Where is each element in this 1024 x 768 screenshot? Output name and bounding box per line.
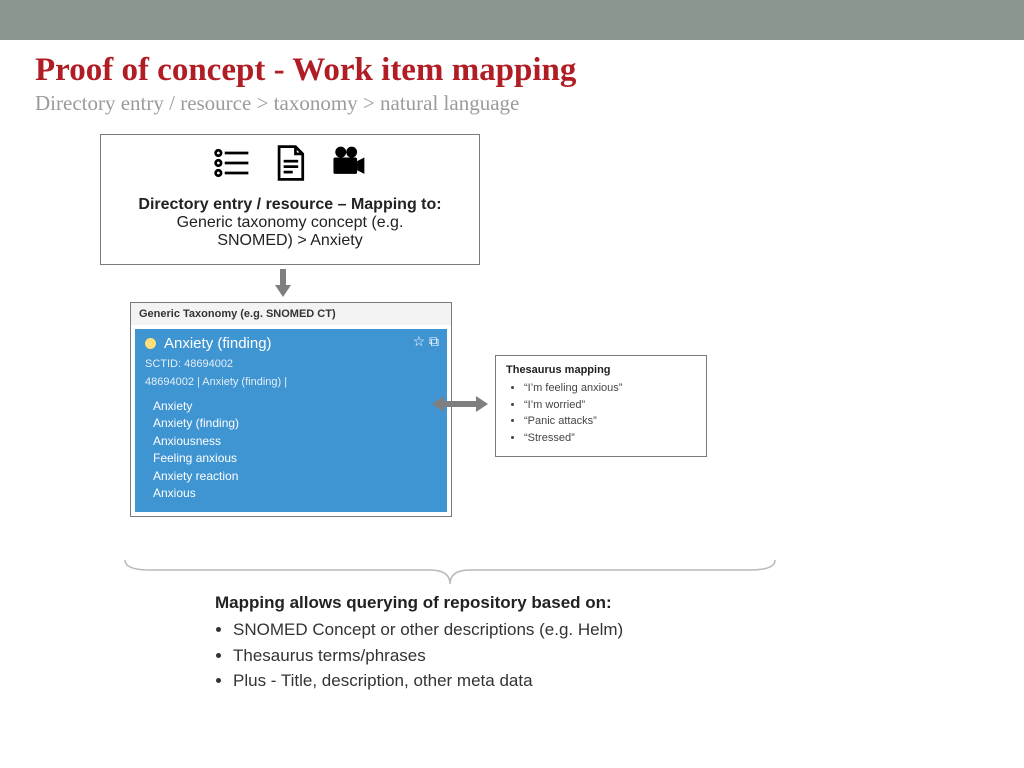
box1-heading: Directory entry / resource – Mapping to: [115, 196, 465, 214]
header-band [0, 0, 1024, 40]
synonym: Anxiousness [153, 433, 437, 450]
synonym: Anxiety reaction [153, 468, 437, 485]
brace-icon [120, 558, 780, 593]
box1-sub1: Generic taxonomy concept (e.g. [115, 214, 465, 232]
bottom-text: Mapping allows querying of repository ba… [215, 593, 795, 694]
concept-title: Anxiety (finding) [164, 335, 272, 352]
thesaurus-item: “Panic attacks” [524, 413, 696, 430]
document-icon [270, 143, 310, 188]
sctid-line: SCTID: 48694002 [145, 358, 437, 370]
thesaurus-item: “Stressed” [524, 430, 696, 447]
double-arrow-icon [432, 395, 488, 418]
arrow-down-icon [275, 269, 989, 302]
star-icon: ☆ ⧉ [413, 333, 439, 350]
video-camera-icon [328, 143, 368, 188]
bottom-item: SNOMED Concept or other descriptions (e.… [233, 617, 795, 643]
bottom-list: SNOMED Concept or other descriptions (e.… [215, 617, 795, 694]
synonym: Anxious [153, 485, 437, 502]
thesaurus-list: “I’m feeling anxious” “I’m worried” “Pan… [506, 380, 696, 446]
thesaurus-item: “I’m feeling anxious” [524, 380, 696, 397]
bottom-item: Thesaurus terms/phrases [233, 643, 795, 669]
bottom-heading: Mapping allows querying of repository ba… [215, 593, 795, 613]
resource-mapping-box: Directory entry / resource – Mapping to:… [100, 134, 480, 265]
taxonomy-panel: Generic Taxonomy (e.g. SNOMED CT) Anxiet… [130, 302, 452, 517]
box1-sub2: SNOMED) > Anxiety [115, 232, 465, 250]
synonym: Anxiety [153, 398, 437, 415]
thesaurus-box: Thesaurus mapping “I’m feeling anxious” … [495, 355, 707, 457]
page-subtitle: Directory entry / resource > taxonomy > … [35, 91, 989, 116]
thesaurus-item: “I’m worried” [524, 397, 696, 414]
bottom-item: Plus - Title, description, other meta da… [233, 668, 795, 694]
list-icon [212, 143, 252, 188]
page-title: Proof of concept - Work item mapping [35, 52, 989, 89]
fqn-line: 48694002 | Anxiety (finding) | [145, 376, 437, 388]
resource-icons [115, 143, 465, 188]
snomed-card: Anxiety (finding) ☆ ⧉ SCTID: 48694002 48… [135, 329, 447, 512]
synonym: Feeling anxious [153, 450, 437, 467]
taxonomy-header: Generic Taxonomy (e.g. SNOMED CT) [131, 303, 451, 325]
synonym: Anxiety (finding) [153, 415, 437, 432]
concept-dot-icon [145, 338, 156, 349]
thesaurus-heading: Thesaurus mapping [506, 364, 696, 376]
synonym-list: Anxiety Anxiety (finding) Anxiousness Fe… [145, 398, 437, 502]
